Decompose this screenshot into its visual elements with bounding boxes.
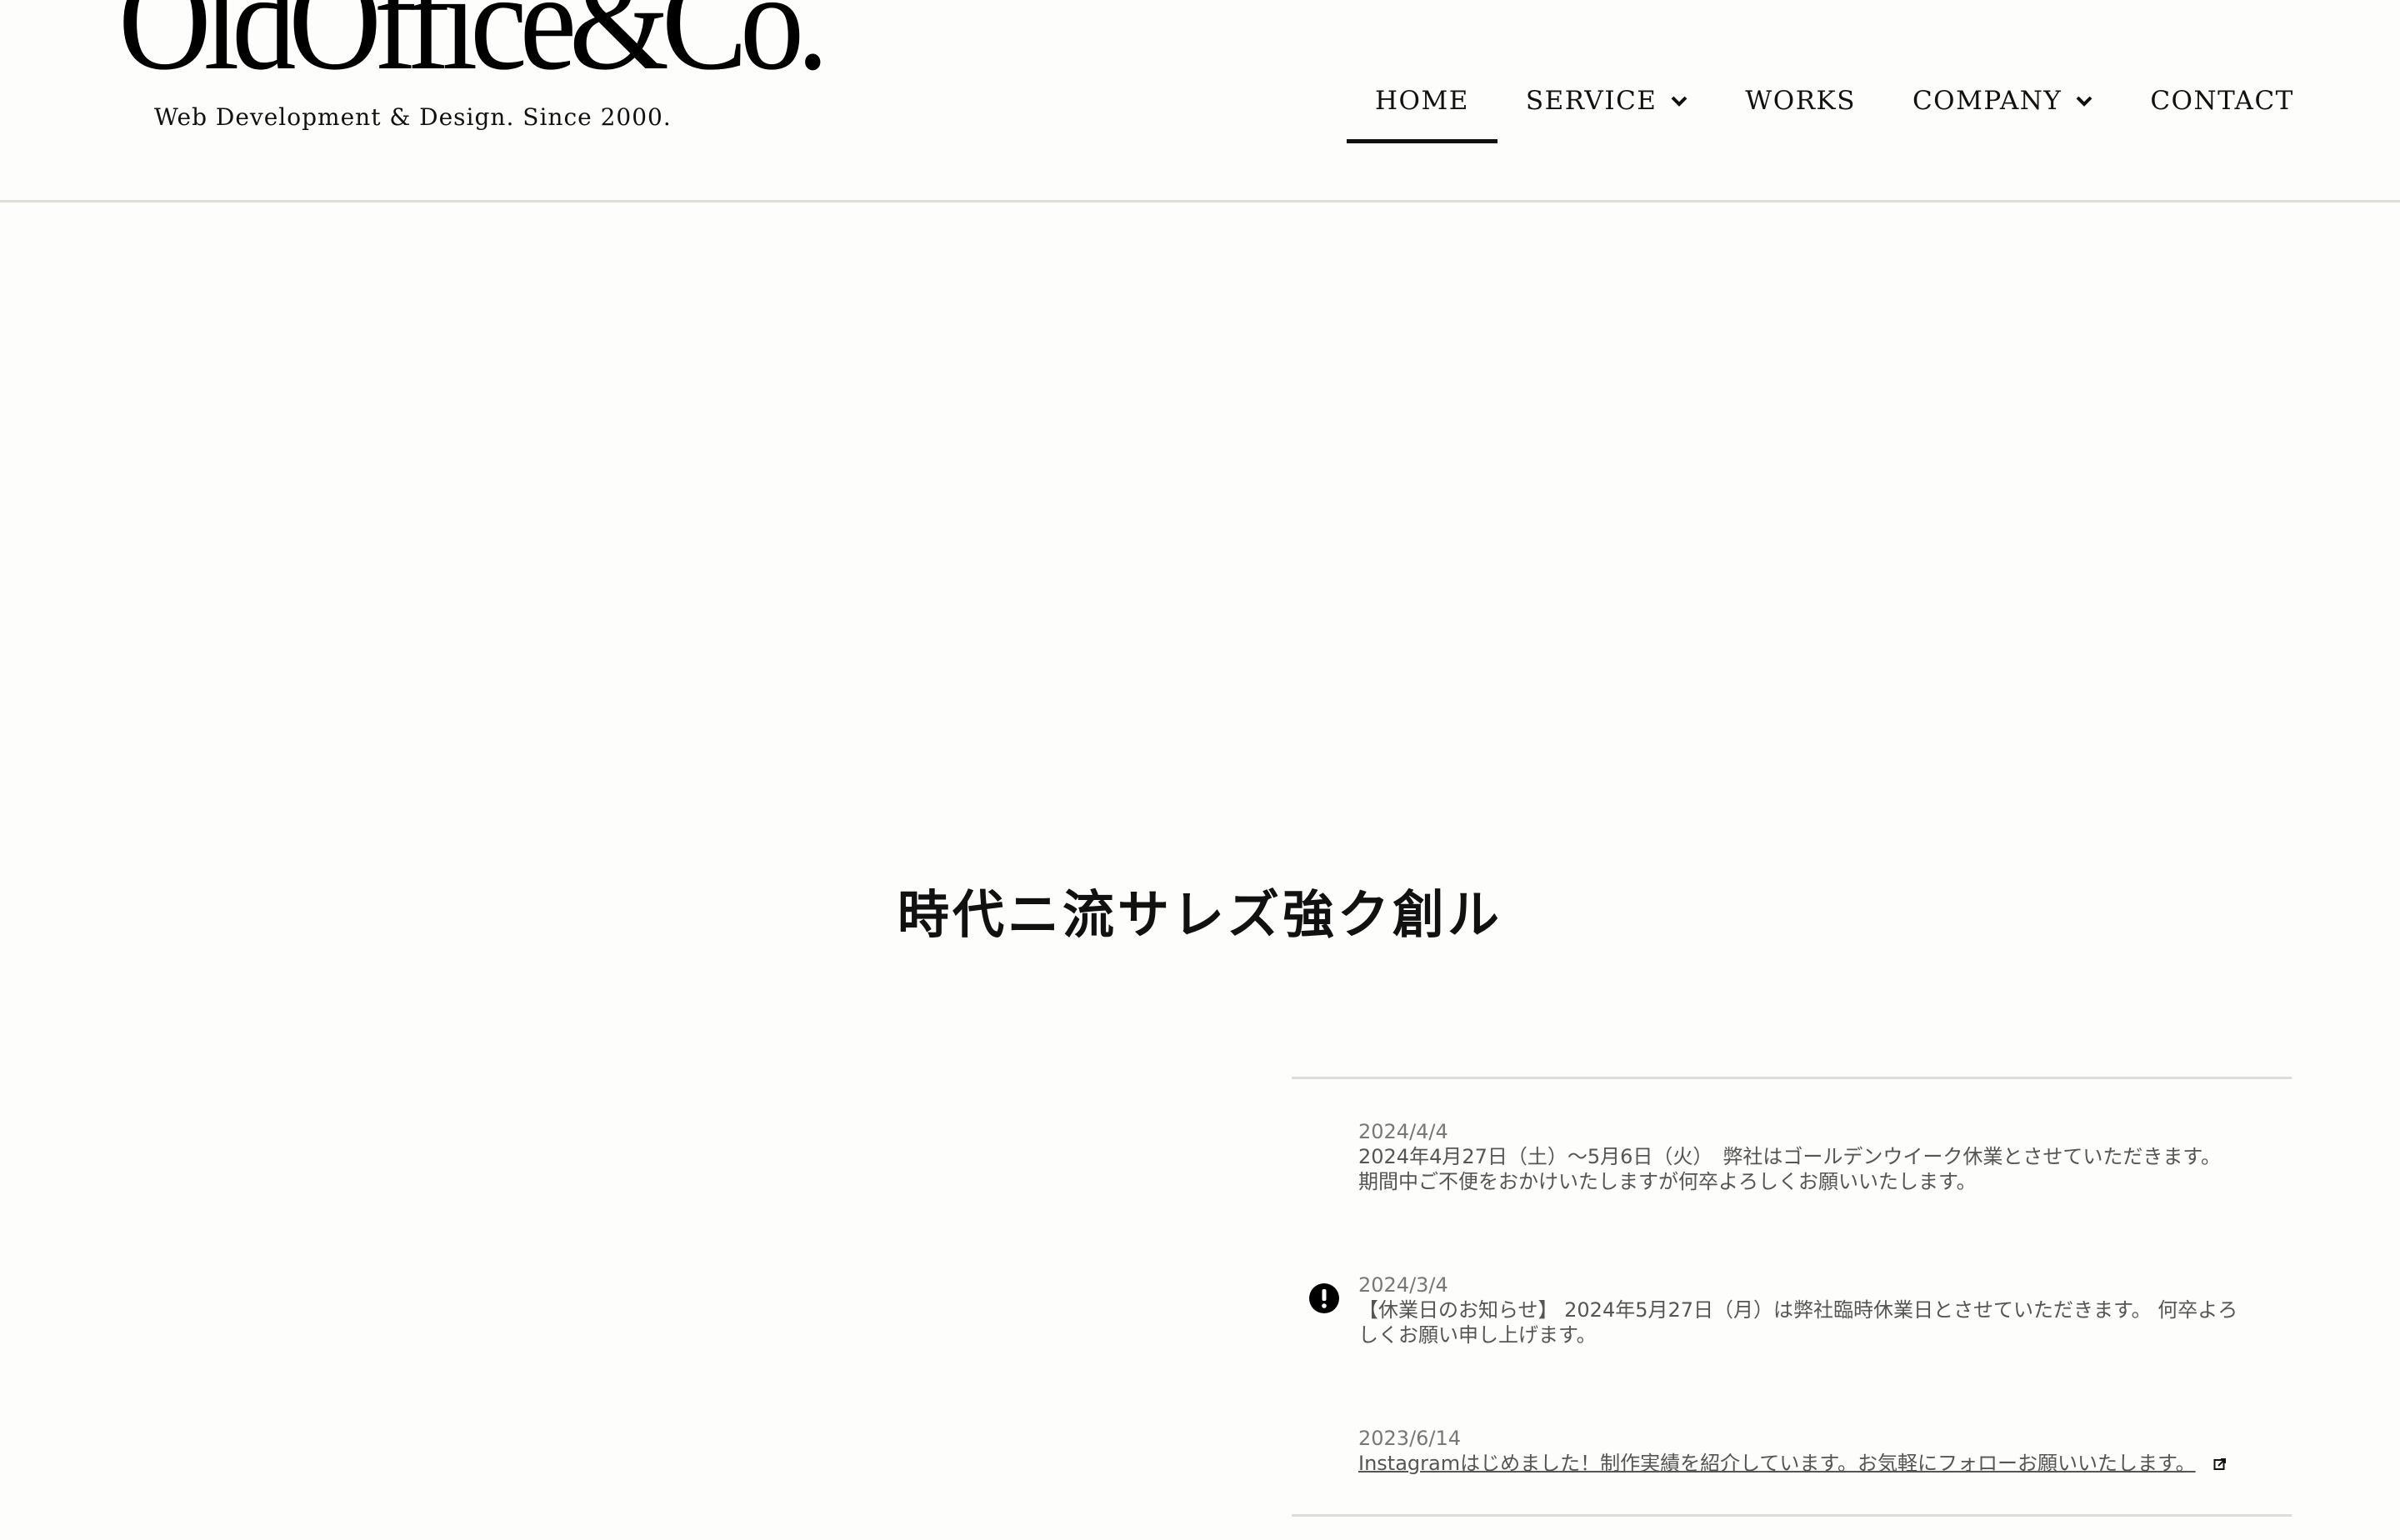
main-nav: HOME SERVICE WORKS COMPANY CONTACT [1347,80,2322,143]
nav-item-label: CONTACT [2150,86,2294,116]
news-date: 2023/6/14 [1358,1427,1462,1450]
news-list: 2024/4/4 2024年4月27日（土）～5月6日（火） 弊社はゴールデンウ… [1292,1077,2292,1517]
nav-item-home[interactable]: HOME [1347,80,1498,143]
news-text-line: しくお願い申し上げます。 [1358,1323,1597,1347]
site-header: OldOffice&Co. Web Development & Design. … [0,0,2400,202]
chevron-down-icon [1672,96,1688,107]
nav-item-label: COMPANY [1912,86,2062,116]
nav-item-service[interactable]: SERVICE [1498,80,1718,122]
news-text: Instagramはじめました！制作実績を紹介しています。お気軽にフォローお願い… [1358,1451,2283,1476]
nav-item-contact[interactable]: CONTACT [2122,80,2322,122]
nav-item-label: WORKS [1745,86,1856,116]
nav-item-company[interactable]: COMPANY [1884,80,2122,122]
news-text-line: 【休業日のお知らせ】 2024年5月27日（月）は弊社臨時休業日とさせていただき… [1358,1298,2238,1322]
news-text: 【休業日のお知らせ】 2024年5月27日（月）は弊社臨時休業日とさせていただき… [1358,1298,2283,1348]
news-date: 2024/4/4 [1358,1120,1448,1143]
instagram-news-link[interactable]: Instagramはじめました！制作実績を紹介しています。お気軽にフォローお願い… [1358,1452,2196,1475]
site-logo[interactable]: OldOffice&Co. [118,0,829,92]
news-date: 2024/3/4 [1358,1273,1448,1297]
nav-item-works[interactable]: WORKS [1717,80,1884,122]
news-item: 2024/3/4 【休業日のお知らせ】 2024年5月27日（月）は弊社臨時休業… [1358,1272,2283,1348]
news-item: 2023/6/14 Instagramはじめました！制作実績を紹介しています。お… [1358,1426,2283,1476]
chevron-down-icon [2076,96,2092,107]
nav-item-label: SERVICE [1525,86,1658,116]
news-text: 2024年4月27日（土）～5月6日（火） 弊社はゴールデンウイーク休業とさせて… [1358,1144,2283,1194]
nav-item-label: HOME [1375,86,1469,116]
news-item: 2024/4/4 2024年4月27日（土）～5月6日（火） 弊社はゴールデンウ… [1358,1119,2283,1194]
site-tagline: Web Development & Design. Since 2000. [154,103,672,131]
exclamation-circle-icon [1309,1283,1339,1313]
external-link-icon[interactable] [2213,1458,2227,1471]
news-text-line: 期間中ご不便をおかけいたしますが何卒よろしくお願いいたします。 [1358,1170,1977,1193]
hero-title: 時代ニ流サレズ強ク創ル [897,883,1502,945]
news-text-line: 2024年4月27日（土）～5月6日（火） 弊社はゴールデンウイーク休業とさせて… [1358,1145,2222,1168]
